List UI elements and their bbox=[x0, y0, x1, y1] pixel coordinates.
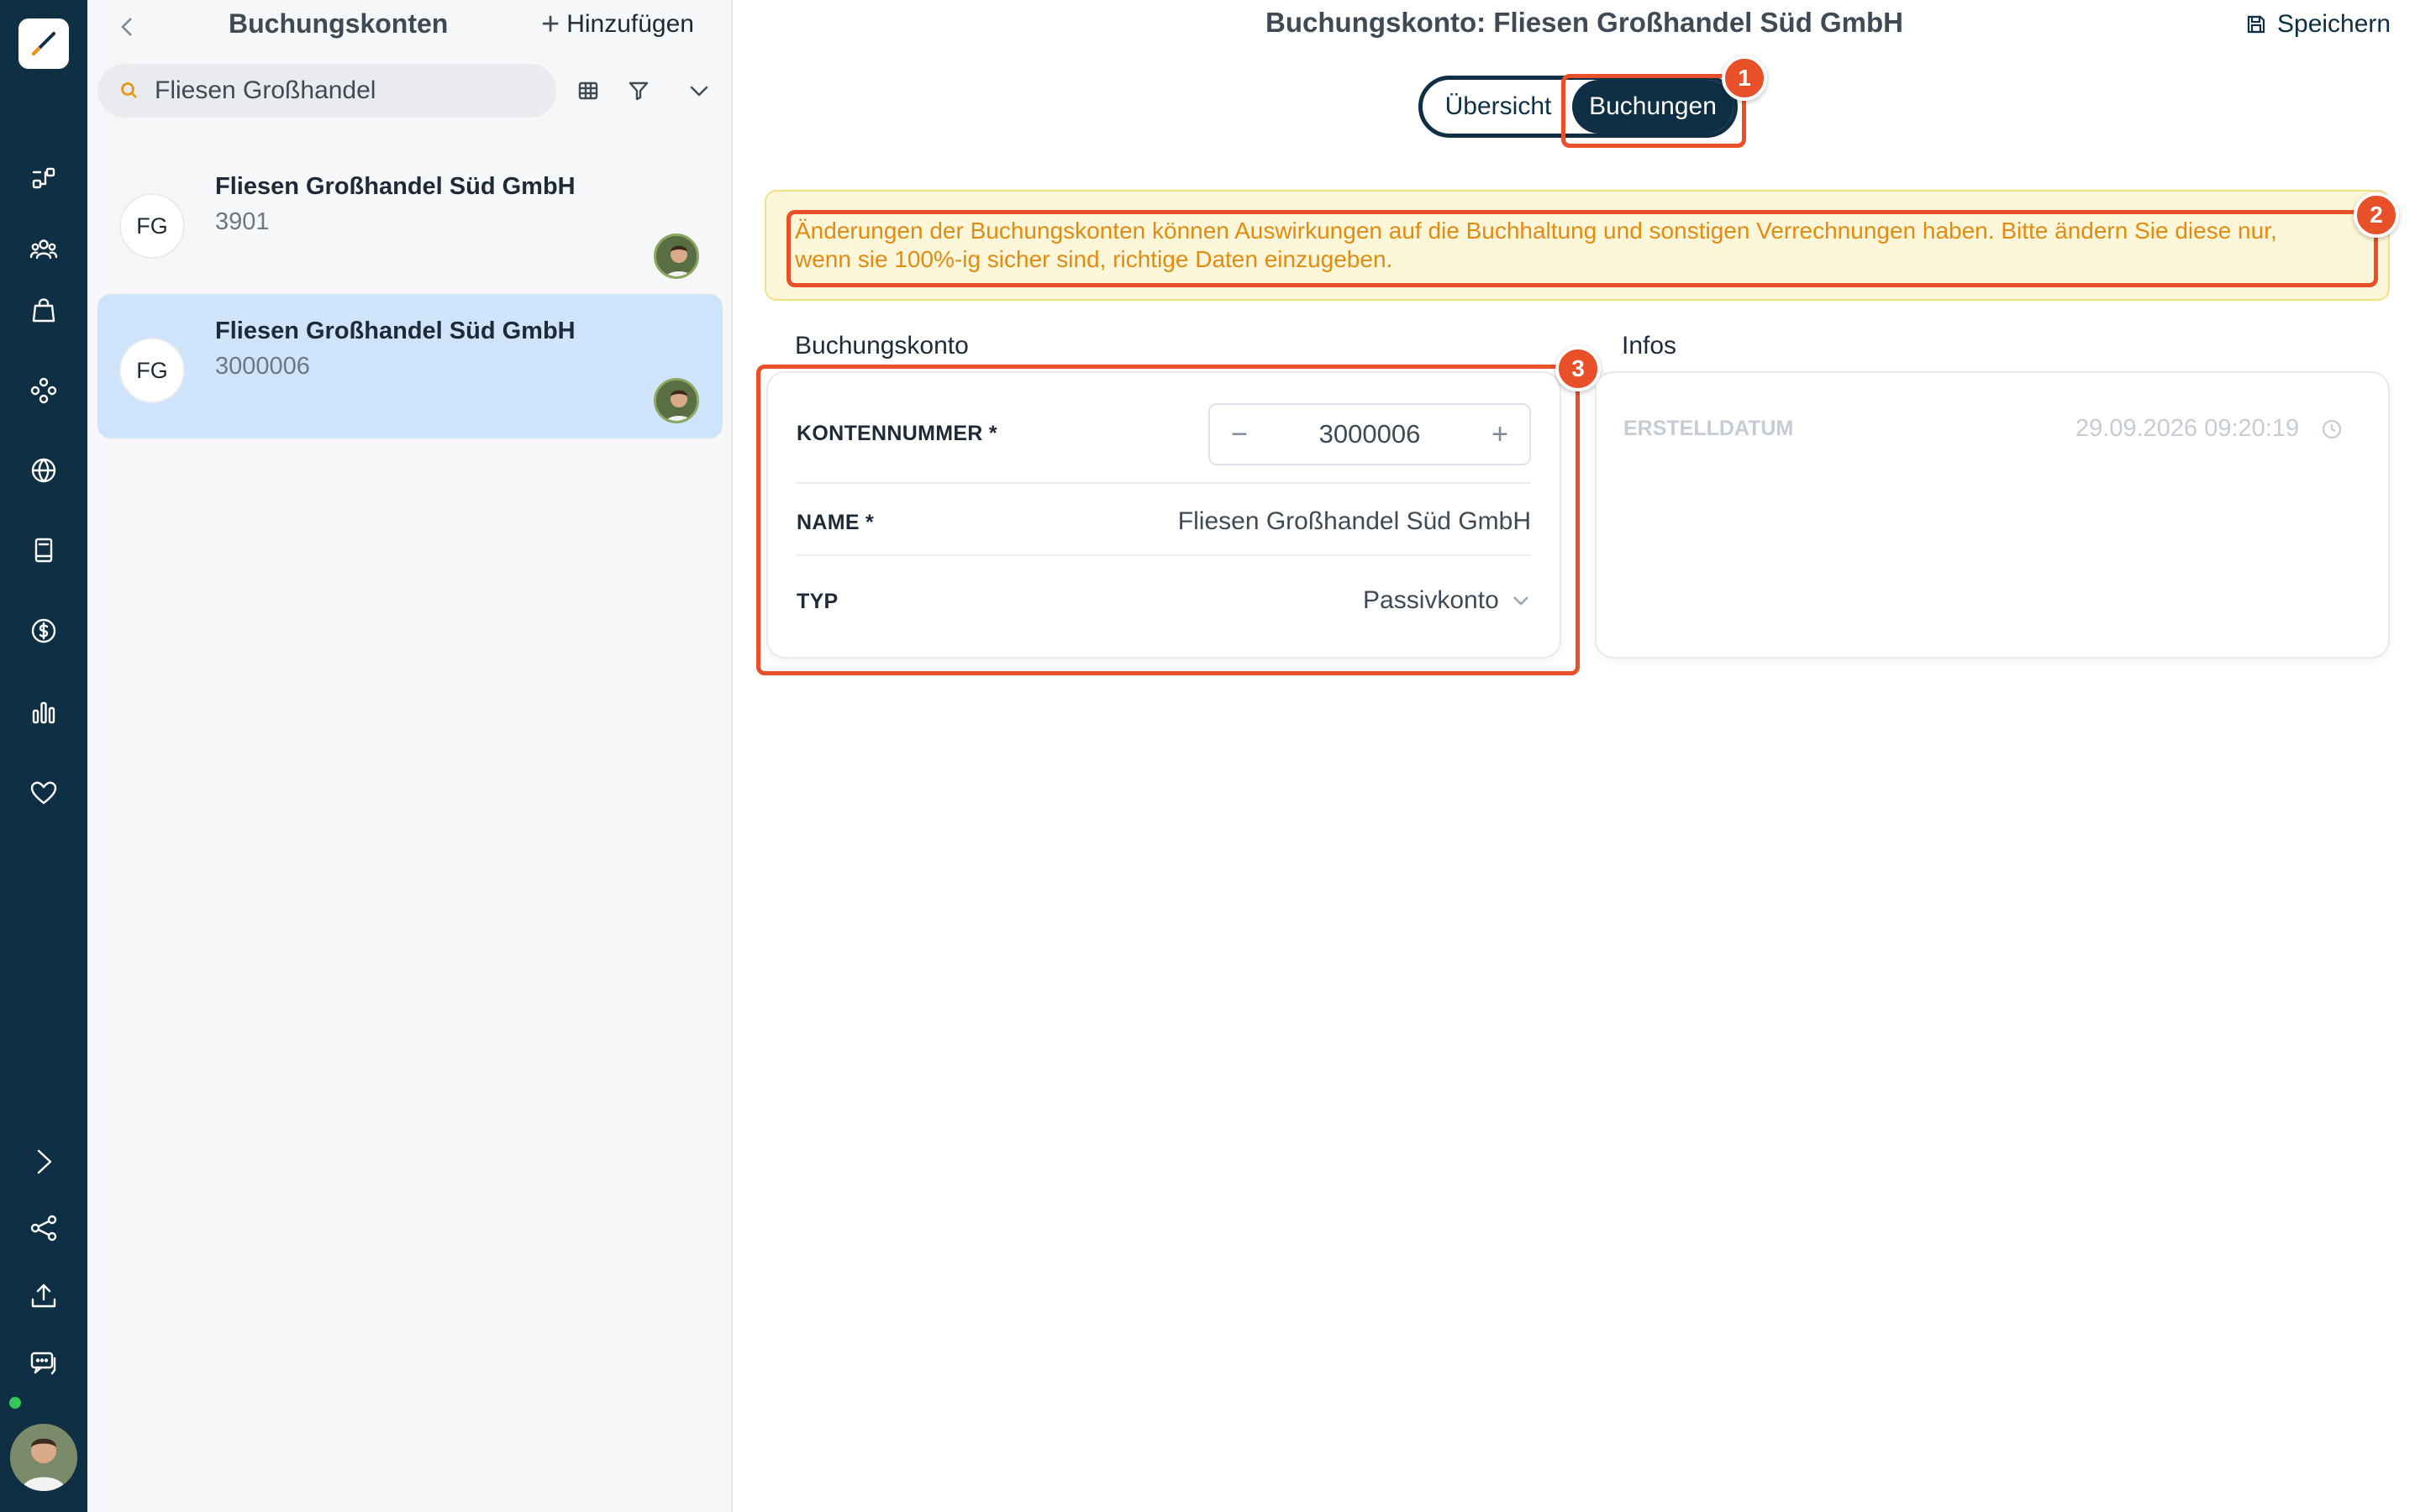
chat-icon[interactable] bbox=[23, 1342, 65, 1384]
navigation-rail bbox=[0, 0, 87, 1512]
bar-chart-icon[interactable] bbox=[23, 691, 65, 733]
list-title: Buchungskonten bbox=[229, 8, 449, 39]
account-initials-avatar: FG bbox=[119, 193, 185, 259]
account-number: 3901 bbox=[215, 208, 270, 235]
increment-button[interactable]: + bbox=[1470, 405, 1529, 464]
globe-icon[interactable] bbox=[23, 449, 65, 491]
chevron-down-icon bbox=[1512, 596, 1528, 606]
account-number-label: KONTENNUMMER * bbox=[797, 422, 997, 445]
online-status-indicator bbox=[7, 1394, 24, 1411]
share-icon[interactable] bbox=[23, 1207, 65, 1249]
annotation-badge-3: 3 bbox=[1555, 346, 1601, 391]
tab-uebersicht[interactable]: Übersicht bbox=[1423, 80, 1574, 134]
chevron-left-icon bbox=[121, 18, 132, 36]
account-number: 3000006 bbox=[215, 353, 310, 380]
account-number-stepper: − + bbox=[1208, 403, 1531, 465]
modules-icon[interactable] bbox=[23, 370, 65, 412]
app-logo[interactable] bbox=[18, 18, 69, 69]
table-icon bbox=[578, 81, 598, 100]
plus-icon: + bbox=[541, 7, 560, 42]
save-button-label: Speichern bbox=[2277, 10, 2391, 38]
filter-button[interactable] bbox=[620, 72, 657, 109]
created-date-label: ERSTELLDATUM bbox=[1623, 417, 1794, 440]
save-icon bbox=[2247, 15, 2265, 34]
filter-icon bbox=[629, 81, 649, 101]
tab-buchungen[interactable]: Buchungen bbox=[1572, 80, 1733, 134]
expand-chevron-icon[interactable] bbox=[23, 1141, 65, 1183]
account-initials-avatar: FG bbox=[119, 338, 185, 403]
list-header: Buchungskonten + Hinzufügen bbox=[87, 0, 733, 54]
type-select-value: Passivkonto bbox=[1363, 586, 1499, 614]
account-number-input[interactable] bbox=[1269, 405, 1470, 464]
dropdown-button[interactable] bbox=[681, 72, 718, 109]
add-button-label: Hinzufügen bbox=[566, 10, 694, 38]
book-icon[interactable] bbox=[23, 529, 65, 571]
table-view-button[interactable] bbox=[570, 72, 607, 109]
divider bbox=[797, 554, 1531, 556]
name-label: NAME * bbox=[797, 511, 875, 534]
assignee-avatar bbox=[654, 234, 699, 279]
users-icon[interactable] bbox=[23, 228, 65, 270]
account-section-title: Buchungskonto bbox=[795, 332, 969, 360]
list-item-selected[interactable]: FG Fliesen Großhandel Süd GmbH 3000006 bbox=[97, 294, 723, 438]
search-icon bbox=[121, 82, 137, 98]
created-date-value: 29.09.2026 09:20:19 bbox=[2075, 415, 2300, 442]
list-item[interactable]: FG Fliesen Großhandel Süd GmbH 3901 bbox=[97, 150, 723, 294]
shopping-bag-icon[interactable] bbox=[23, 290, 65, 332]
divider bbox=[797, 482, 1531, 484]
search-box bbox=[97, 64, 556, 118]
workflow-icon[interactable] bbox=[23, 158, 65, 200]
account-list-panel: Buchungskonten + Hinzufügen FG Fliesen G… bbox=[87, 0, 733, 1512]
name-value[interactable]: Fliesen Großhandel Süd GmbH bbox=[1178, 507, 1531, 536]
chevron-down-icon bbox=[690, 86, 708, 97]
user-avatar[interactable] bbox=[10, 1424, 77, 1491]
add-button[interactable]: + Hinzufügen bbox=[541, 7, 694, 42]
info-section-title: Infos bbox=[1622, 332, 1677, 360]
warning-banner: Änderungen der Buchungskonten können Aus… bbox=[765, 190, 2390, 301]
clock-icon bbox=[2321, 418, 2343, 440]
save-button[interactable]: Speichern bbox=[2245, 10, 2391, 39]
account-name: Fliesen Großhandel Süd GmbH bbox=[215, 318, 576, 344]
annotation-badge-2: 2 bbox=[2354, 192, 2399, 238]
upload-icon[interactable] bbox=[23, 1275, 65, 1317]
type-select[interactable]: Passivkonto bbox=[1363, 586, 1531, 615]
view-tabs: Übersicht Buchungen bbox=[1418, 76, 1738, 138]
warning-text: Änderungen der Buchungskonten können Aus… bbox=[795, 218, 2277, 272]
heart-icon[interactable] bbox=[23, 772, 65, 814]
assignee-avatar bbox=[654, 378, 699, 423]
decrement-button[interactable]: − bbox=[1210, 405, 1269, 464]
account-name: Fliesen Großhandel Süd GmbH bbox=[215, 173, 576, 200]
type-label: TYP bbox=[797, 590, 839, 613]
annotation-badge-1: 1 bbox=[1722, 55, 1767, 101]
back-button[interactable] bbox=[113, 12, 143, 42]
dollar-icon[interactable] bbox=[23, 610, 65, 652]
page-title: Buchungskonto: Fliesen Großhandel Süd Gm… bbox=[1265, 7, 1904, 38]
search-input[interactable] bbox=[155, 76, 524, 105]
